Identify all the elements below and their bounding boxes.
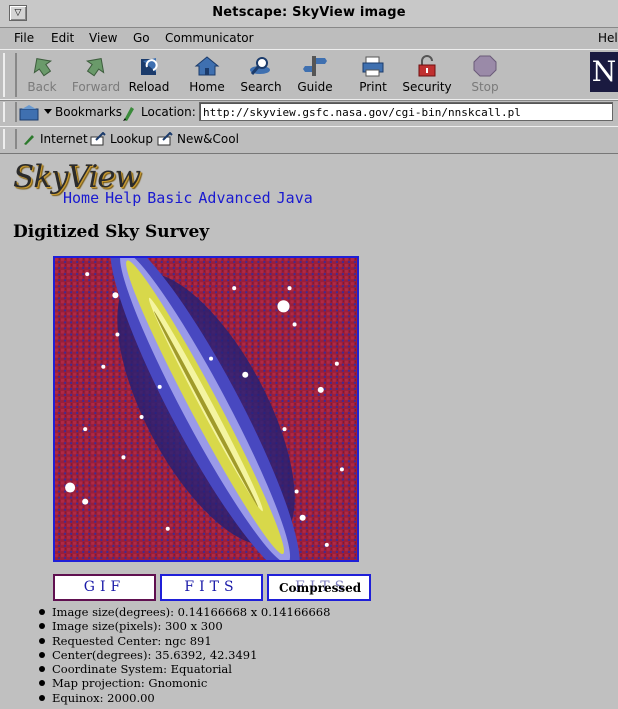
internet-link[interactable]: Internet bbox=[22, 132, 88, 146]
page-proxy-icon[interactable] bbox=[121, 104, 137, 122]
stop-icon bbox=[473, 55, 497, 77]
search-button[interactable]: Search bbox=[235, 52, 287, 96]
menu-help[interactable]: Hel bbox=[598, 31, 618, 45]
compressed-fits-button[interactable]: FITS Compressed bbox=[267, 574, 371, 601]
search-icon bbox=[250, 57, 270, 75]
security-label: Security bbox=[402, 80, 452, 94]
menu-communicator[interactable]: Communicator bbox=[165, 31, 254, 45]
window-title: Netscape: SkyView image bbox=[212, 5, 406, 20]
guide-label: Guide bbox=[297, 80, 333, 94]
guide-icon bbox=[303, 56, 327, 76]
page-content: SkyView Home Help Basic Advanced Java Digiti… bbox=[0, 154, 618, 709]
nav-basic-link[interactable]: Basic bbox=[147, 189, 192, 207]
stop-button[interactable]: Stop bbox=[459, 52, 511, 96]
folder-icon bbox=[157, 131, 173, 146]
print-button[interactable]: Print bbox=[347, 52, 399, 96]
personal-grip[interactable] bbox=[3, 129, 17, 149]
forward-arrow-icon bbox=[85, 58, 105, 77]
info-requested-center: Requested Center: ngc 891 bbox=[38, 634, 330, 648]
fits-button[interactable]: FITS bbox=[160, 574, 263, 601]
location-toolbar: Bookmarks Location: http://skyview.gsfc.… bbox=[0, 99, 618, 127]
reload-label: Reload bbox=[128, 80, 170, 94]
menu-edit[interactable]: Edit bbox=[51, 31, 74, 45]
back-arrow-icon bbox=[33, 58, 53, 77]
search-label: Search bbox=[240, 80, 282, 94]
folder-icon bbox=[90, 131, 106, 146]
personal-toolbar: Internet Lookup New&Cool bbox=[0, 126, 618, 155]
print-icon bbox=[362, 56, 384, 77]
compressed-label: Compressed bbox=[279, 581, 362, 595]
link-icon bbox=[24, 135, 34, 145]
info-center-degrees: Center(degrees): 35.6392, 42.3491 bbox=[38, 648, 330, 662]
lookup-folder[interactable]: Lookup bbox=[90, 131, 153, 146]
menu-view[interactable]: View bbox=[89, 31, 117, 45]
newcool-folder[interactable]: New&Cool bbox=[157, 131, 239, 146]
navigation-toolbar: Back Forward Reload Home Search Guide Pr… bbox=[0, 49, 618, 101]
forward-button[interactable]: Forward bbox=[70, 52, 122, 96]
back-button[interactable]: Back bbox=[16, 52, 68, 96]
location-grip[interactable] bbox=[3, 102, 17, 122]
lookup-label: Lookup bbox=[110, 132, 153, 146]
nav-home-link[interactable]: Home bbox=[63, 189, 99, 207]
security-button[interactable]: Security bbox=[401, 52, 453, 96]
location-label: Location: bbox=[141, 105, 196, 119]
toolbar-grip[interactable] bbox=[3, 53, 17, 97]
info-equinox: Equinox: 2000.00 bbox=[38, 691, 330, 705]
title-bar: ▽ Netscape: SkyView image bbox=[0, 0, 618, 28]
nav-advanced-link[interactable]: Advanced bbox=[198, 189, 270, 207]
back-label: Back bbox=[27, 80, 57, 94]
image-info-list: Image size(degrees): 0.14166668 x 0.1416… bbox=[38, 605, 330, 705]
internet-label: Internet bbox=[40, 132, 88, 146]
bookmarks-button[interactable]: Bookmarks bbox=[55, 105, 122, 119]
menu-bar: File Edit View Go Communicator Hel bbox=[0, 28, 618, 48]
home-button[interactable]: Home bbox=[181, 52, 233, 96]
home-icon bbox=[194, 56, 220, 76]
home-label: Home bbox=[189, 80, 225, 94]
menu-go[interactable]: Go bbox=[133, 31, 150, 45]
nav-help-link[interactable]: Help bbox=[105, 189, 141, 207]
reload-icon bbox=[141, 58, 158, 75]
info-image-size-pixels: Image size(pixels): 300 x 300 bbox=[38, 619, 330, 633]
newcool-label: New&Cool bbox=[177, 132, 239, 146]
info-map-projection: Map projection: Gnomonic bbox=[38, 676, 330, 690]
site-nav: Home Help Basic Advanced Java bbox=[63, 189, 319, 207]
lock-icon bbox=[418, 55, 436, 77]
page-title: Digitized Sky Survey bbox=[13, 222, 210, 242]
sky-survey-image[interactable] bbox=[53, 256, 359, 562]
fits-label: FITS bbox=[184, 579, 239, 595]
info-coordinate-system: Coordinate System: Equatorial bbox=[38, 662, 330, 676]
forward-label: Forward bbox=[71, 80, 121, 94]
reload-button[interactable]: Reload bbox=[123, 52, 175, 96]
nav-java-link[interactable]: Java bbox=[277, 189, 313, 207]
netscape-logo[interactable]: N bbox=[590, 52, 618, 92]
gif-button[interactable]: GIF bbox=[53, 574, 156, 601]
print-label: Print bbox=[359, 80, 387, 94]
gif-label: GIF bbox=[83, 579, 126, 595]
stop-label: Stop bbox=[471, 80, 499, 94]
guide-button[interactable]: Guide bbox=[289, 52, 341, 96]
bookmarks-icon[interactable] bbox=[18, 104, 52, 122]
url-input[interactable]: http://skyview.gsfc.nasa.gov/cgi-bin/nns… bbox=[199, 102, 613, 121]
menu-file[interactable]: File bbox=[14, 31, 34, 45]
info-image-size-degrees: Image size(degrees): 0.14166668 x 0.1416… bbox=[38, 605, 330, 619]
